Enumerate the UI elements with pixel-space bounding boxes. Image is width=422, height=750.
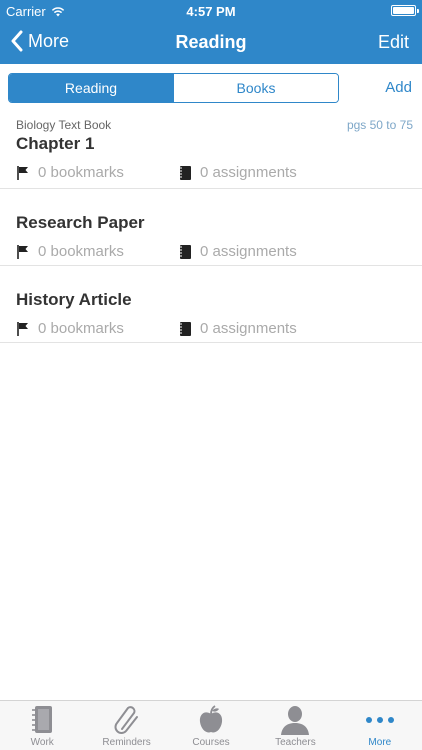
tab-bar: Work Reminders Courses Teachers More xyxy=(0,700,422,750)
item-title: History Article xyxy=(16,290,132,309)
more-dots-icon xyxy=(365,717,394,723)
status-bar: Carrier 4:57 PM xyxy=(0,0,422,22)
add-button[interactable]: Add xyxy=(385,79,412,96)
battery-icon xyxy=(391,5,419,16)
tab-more[interactable]: More xyxy=(338,701,422,750)
tab-label: Teachers xyxy=(275,737,316,748)
item-subtitle: Biology Text Book xyxy=(16,118,112,132)
back-button-label: More xyxy=(28,30,70,51)
flag-icon xyxy=(17,165,28,180)
item-title: Research Paper xyxy=(16,213,145,232)
assignments-label: 0 assignments xyxy=(200,164,297,181)
list-item[interactable]: Biology Text Book pgs 50 to 75 Chapter 1… xyxy=(0,112,422,189)
flag-icon xyxy=(17,244,28,259)
app-header: Carrier 4:57 PM More Reading Edit xyxy=(0,0,422,64)
tab-label: More xyxy=(368,737,392,748)
tab-courses[interactable]: Courses xyxy=(169,701,253,750)
notebook-icon xyxy=(179,244,191,259)
bookmarks-label: 0 bookmarks xyxy=(38,164,124,181)
apple-icon xyxy=(199,705,223,733)
segment-books[interactable]: Books xyxy=(173,74,338,102)
item-title: Chapter 1 xyxy=(16,134,95,153)
item-meta: 0 bookmarks 0 assignments xyxy=(16,243,297,260)
tab-reminders[interactable]: Reminders xyxy=(84,701,168,750)
chevron-left-icon xyxy=(11,30,23,52)
item-pages: pgs 50 to 75 xyxy=(346,118,413,132)
tab-label: Work xyxy=(30,737,54,748)
bookmarks-label: 0 bookmarks xyxy=(38,320,124,337)
list-item[interactable]: History Article 0 bookmarks 0 assignment… xyxy=(0,266,422,343)
navigation-bar: More Reading Edit xyxy=(0,22,422,64)
person-icon xyxy=(281,706,310,735)
bookmark-count: 0 bookmarks xyxy=(16,243,124,260)
assignment-count: 0 assignments xyxy=(178,320,338,337)
item-meta: 0 bookmarks 0 assignments xyxy=(16,320,297,337)
assignment-count: 0 assignments xyxy=(178,243,338,260)
assignment-count: 0 assignments xyxy=(178,164,338,181)
assignments-label: 0 assignments xyxy=(200,320,297,337)
notebook-icon xyxy=(32,706,53,733)
list-item[interactable]: Research Paper 0 bookmarks 0 assignments xyxy=(0,189,422,266)
bookmark-count: 0 bookmarks xyxy=(16,164,124,181)
item-meta: 0 bookmarks 0 assignments xyxy=(16,164,297,181)
assignments-label: 0 assignments xyxy=(200,243,297,260)
tab-label: Reminders xyxy=(102,737,151,748)
paperclip-icon xyxy=(114,706,138,734)
edit-button[interactable]: Edit xyxy=(378,32,409,53)
bookmark-count: 0 bookmarks xyxy=(16,320,124,337)
segmented-control: Reading Books xyxy=(8,73,339,103)
tab-label: Courses xyxy=(192,737,230,748)
tab-work[interactable]: Work xyxy=(0,701,84,750)
bookmarks-label: 0 bookmarks xyxy=(38,243,124,260)
back-button[interactable]: More xyxy=(10,30,69,52)
reading-list: Biology Text Book pgs 50 to 75 Chapter 1… xyxy=(0,112,422,343)
segment-reading[interactable]: Reading xyxy=(9,74,173,102)
status-time: 4:57 PM xyxy=(186,4,236,19)
tab-teachers[interactable]: Teachers xyxy=(253,701,337,750)
notebook-icon xyxy=(179,321,191,336)
notebook-icon xyxy=(179,165,191,180)
flag-icon xyxy=(17,321,28,336)
segment-toolbar: Reading Books Add xyxy=(0,64,422,112)
